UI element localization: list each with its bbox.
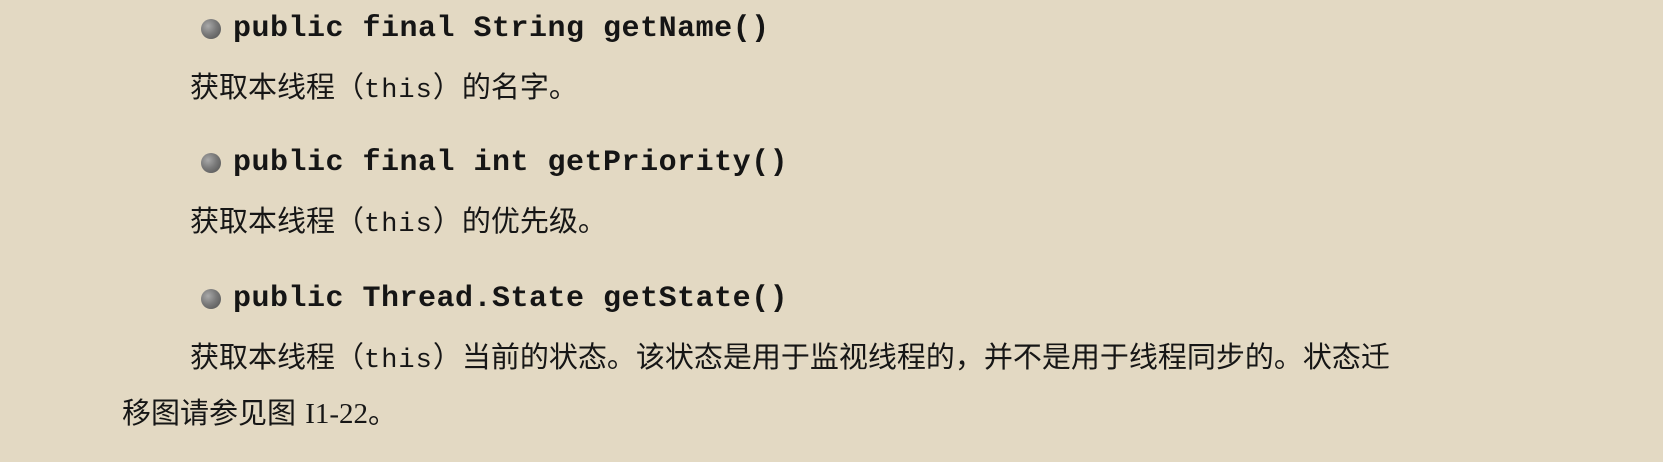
description-code: this [364,76,433,106]
signature-text: public final String getName() [233,12,770,46]
circle-bullet-icon [201,153,221,173]
description-suffix: ）的名字。 [432,70,578,104]
description-code: this [364,346,433,376]
method-description-getstate: 获取本线程（this）当前的状态。该状态是用于监视线程的，并不是用于线程同步的。… [190,334,1390,376]
method-signature-getpriority: public final int getPriority() [201,146,788,180]
description-line2-text: 移图请参见图 [122,396,306,430]
method-description-getname: 获取本线程（this）的名字。 [190,64,578,106]
circle-bullet-icon [201,289,221,309]
description-prefix: 获取本线程（ [190,340,365,374]
description-prefix: 获取本线程（ [190,204,365,238]
description-code: this [364,210,433,240]
description-line2-end: 。 [368,396,398,430]
description-prefix: 获取本线程（ [190,70,365,104]
method-signature-getstate: public Thread.State getState() [201,282,788,316]
circle-bullet-icon [201,19,221,39]
description-suffix: ）当前的状态。该状态是用于监视线程的，并不是用于线程同步的。状态迁 [432,340,1390,374]
signature-text: public Thread.State getState() [233,282,789,316]
signature-text: public final int getPriority() [233,146,789,180]
description-suffix: ）的优先级。 [432,204,607,238]
method-description-getstate-line2: 移图请参见图 I1-22。 [122,390,397,432]
method-description-getpriority: 获取本线程（this）的优先级。 [190,198,607,240]
figure-reference: I1-22 [305,398,369,430]
document-page: public final String getName() 获取本线程（this… [0,0,1663,462]
method-signature-getname: public final String getName() [201,12,770,46]
